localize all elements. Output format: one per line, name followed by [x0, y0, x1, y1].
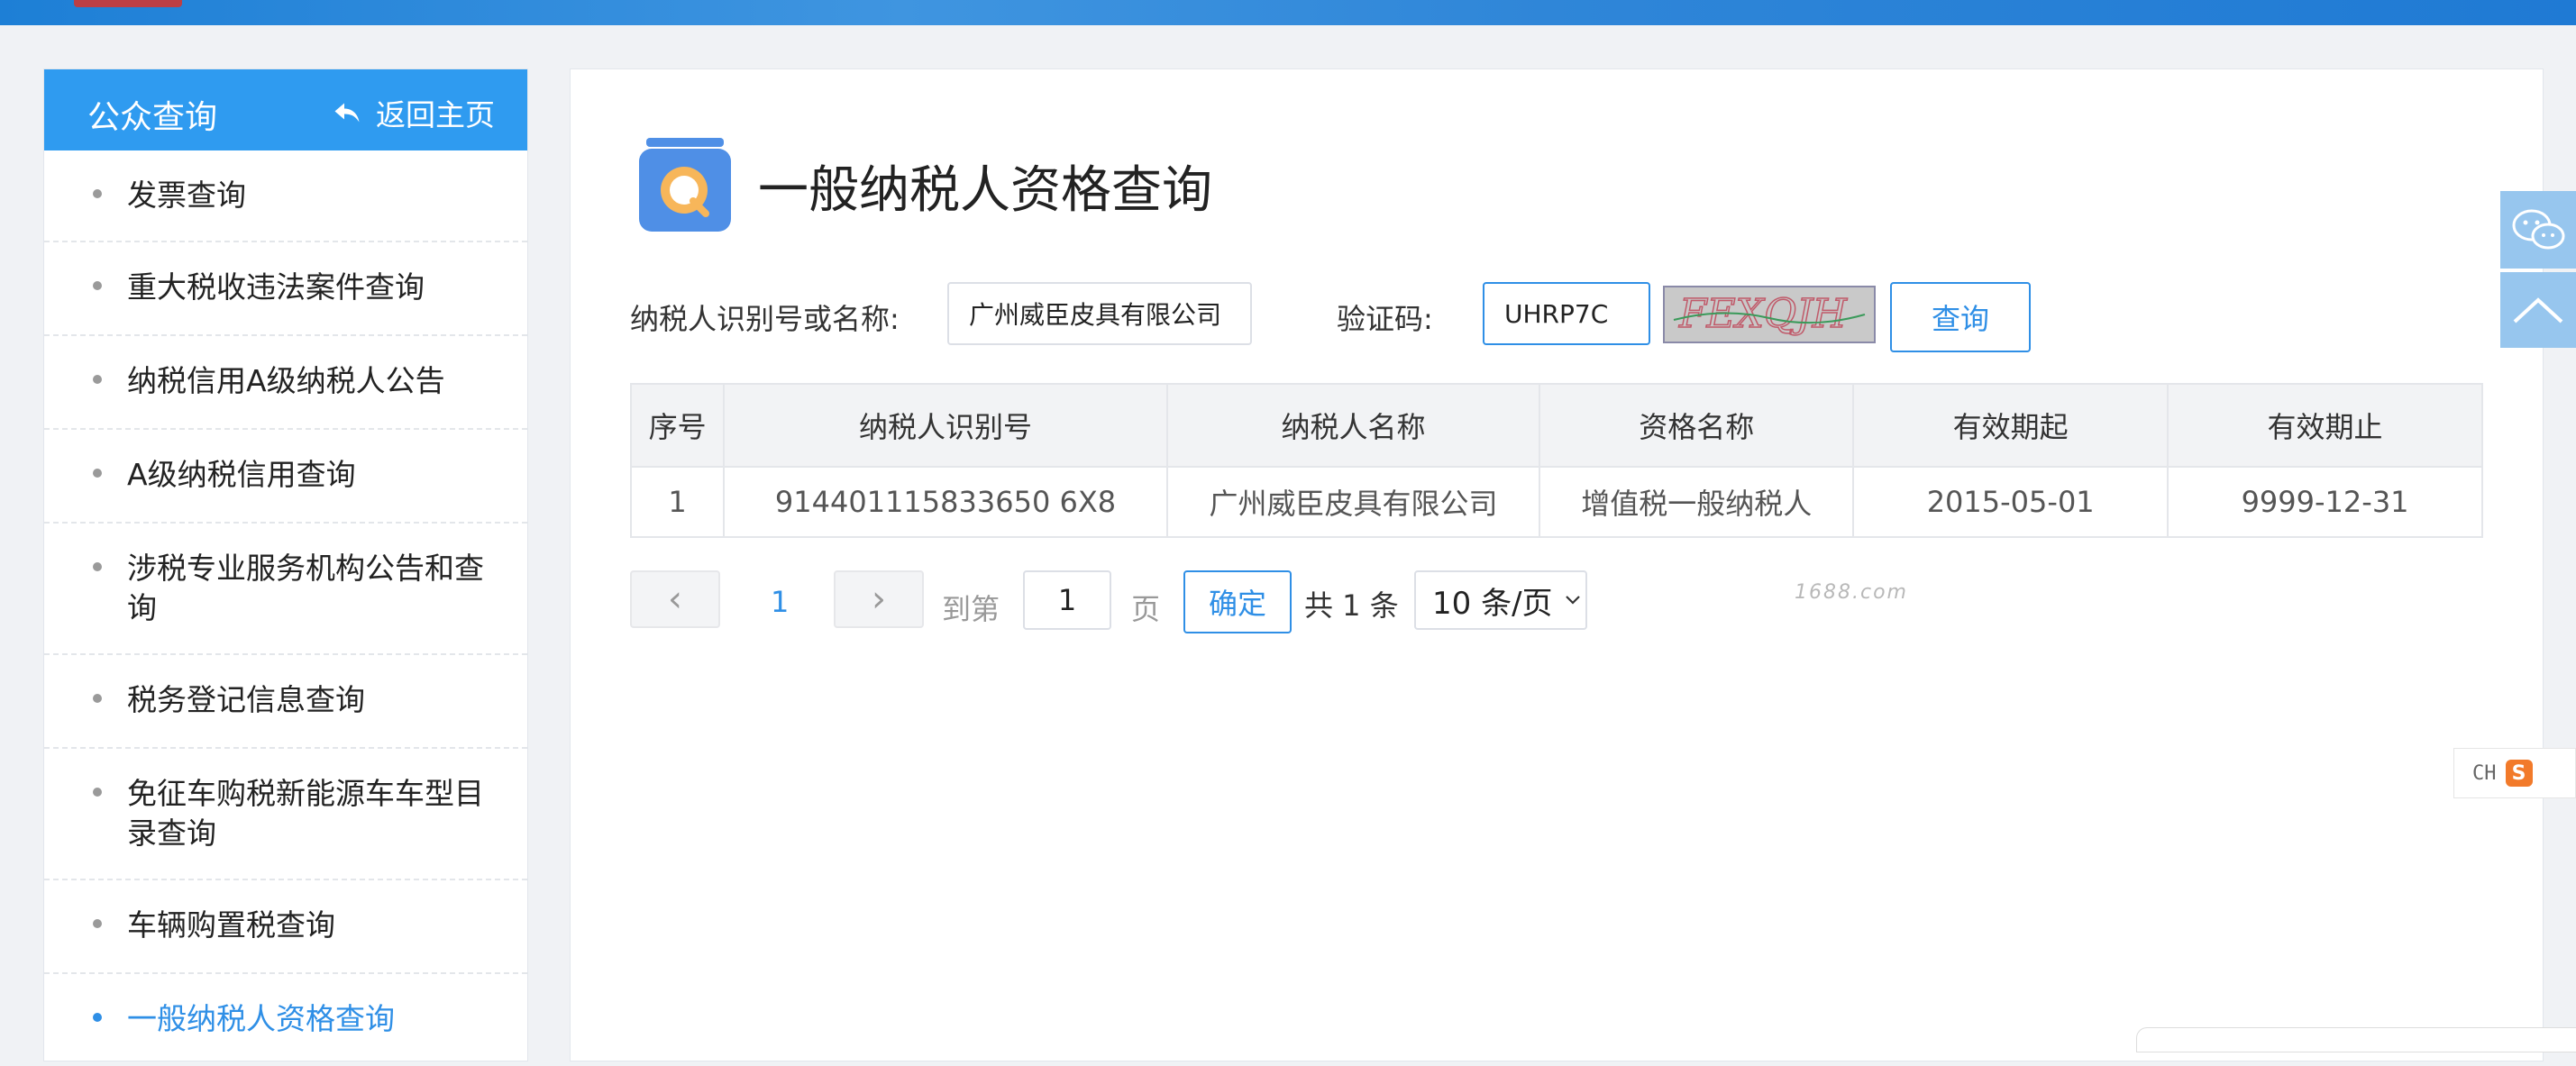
captcha-noise-graphic: FEXQJH: [1673, 290, 1866, 338]
sidebar-item-invoice-query[interactable]: 发票查询: [44, 150, 527, 242]
bullet-icon: [93, 694, 102, 703]
query-button-label: 查询: [1931, 302, 1989, 336]
prev-page-button[interactable]: ‹: [630, 570, 720, 628]
confirm-page-label: 确定: [1208, 587, 1266, 621]
col-header-index: 序号: [629, 383, 726, 468]
back-home-link[interactable]: 返回主页: [331, 91, 495, 134]
col-header-valid-to: 有效期止: [2167, 383, 2483, 468]
sidebar-item-tax-registration[interactable]: 税务登记信息查询: [44, 655, 527, 749]
col-header-taxpayer-id: 纳税人识别号: [723, 383, 1168, 468]
sidebar-item-major-tax-violation[interactable]: 重大税收违法案件查询: [44, 242, 527, 336]
top-header-bar: [0, 0, 2576, 25]
sidebar-header: 公众查询 返回主页: [44, 69, 527, 150]
result-table: 序号 纳税人识别号 纳税人名称 资格名称 有效期起 有效期止 1 9144011…: [629, 383, 2483, 538]
sidebar: 公众查询 返回主页 发票查询 重大税收违法案件查询 纳税信用A级纳税人公告 A级…: [43, 68, 528, 1061]
page-size-select[interactable]: 10 条/页: [1414, 570, 1587, 630]
sidebar-item-label: 车辆购置税查询: [127, 907, 335, 943]
cell-taxpayer-id: 914401115833650 6X8: [723, 466, 1168, 538]
col-header-valid-from: 有效期起: [1852, 383, 2170, 468]
ime-indicator[interactable]: CH S: [2453, 748, 2576, 798]
ime-toolbar[interactable]: [2136, 1027, 2576, 1052]
table-header-row: 序号 纳税人识别号 纳税人名称 资格名称 有效期起 有效期止: [629, 383, 2483, 468]
query-button[interactable]: 查询: [1890, 282, 2031, 352]
sidebar-item-general-taxpayer[interactable]: 一般纳税人资格查询: [44, 974, 527, 1066]
confirm-page-button[interactable]: 确定: [1183, 570, 1292, 633]
sidebar-item-vehicle-purchase-tax[interactable]: 车辆购置税查询: [44, 880, 527, 974]
chevron-down-icon: [1565, 596, 1580, 605]
cell-taxpayer-name: 广州威臣皮具有限公司: [1165, 466, 1541, 538]
page-unit-label: 页: [1131, 592, 1161, 626]
watermark-text: 1688.com: [1795, 581, 1908, 604]
cell-qualification: 增值税一般纳税人: [1539, 466, 1855, 538]
next-page-button[interactable]: ›: [834, 570, 924, 628]
captcha-label: 验证码:: [1337, 302, 1433, 336]
sidebar-item-label: 发票查询: [127, 178, 246, 213]
sidebar-item-label: 重大税收违法案件查询: [127, 269, 425, 305]
sidebar-item-label: 纳税信用A级纳税人公告: [127, 363, 445, 398]
main-panel: 一般纳税人资格查询 纳税人识别号或名称: 验证码: FEXQJH 查询 序号 纳…: [570, 68, 2544, 1061]
captcha-input[interactable]: [1483, 282, 1650, 345]
reply-arrow-icon: [334, 103, 360, 123]
sidebar-item-label: 涉税专业服务机构公告和查询: [127, 551, 484, 625]
sidebar-item-new-energy-vehicles[interactable]: 免征车购税新能源车车型目录查询: [44, 749, 527, 880]
back-home-label: 返回主页: [376, 97, 495, 132]
bullet-icon: [93, 788, 102, 797]
bullet-icon: [93, 1013, 102, 1022]
ime-language-text: CH: [2472, 761, 2497, 785]
site-logo: [74, 0, 182, 7]
col-header-qualification: 资格名称: [1539, 383, 1855, 468]
sogou-ime-icon: S: [2505, 760, 2533, 787]
bullet-icon: [93, 189, 102, 198]
wechat-float-button[interactable]: [2500, 191, 2576, 269]
bullet-icon: [93, 281, 102, 290]
col-header-taxpayer-name: 纳税人名称: [1165, 383, 1541, 468]
sidebar-title: 公众查询: [87, 99, 218, 136]
cell-valid-from: 2015-05-01: [1852, 466, 2170, 538]
chevron-left-icon: ‹: [668, 579, 682, 620]
sidebar-item-label: 税务登记信息查询: [127, 682, 365, 717]
page-title: 一般纳税人资格查询: [758, 160, 1212, 220]
page-size-value: 10 条/页: [1432, 585, 1553, 622]
total-count: 共 1 条: [1304, 588, 1399, 623]
chevron-up-icon: [2513, 297, 2563, 323]
bullet-icon: [93, 562, 102, 571]
goto-page-input[interactable]: [1023, 570, 1111, 630]
bullet-icon: [93, 469, 102, 478]
sidebar-item-label: A级纳税信用查询: [127, 457, 356, 492]
chevron-right-icon: ›: [872, 579, 886, 620]
current-page-number[interactable]: 1: [771, 585, 789, 619]
back-to-top-button[interactable]: [2500, 272, 2576, 348]
taxpayer-input[interactable]: [947, 282, 1252, 345]
bullet-icon: [93, 919, 102, 928]
taxpayer-label: 纳税人识别号或名称:: [630, 302, 900, 336]
table-row: 1 914401115833650 6X8 广州威臣皮具有限公司 增值税一般纳税…: [629, 466, 2483, 538]
wechat-icon: [2512, 209, 2565, 250]
search-app-icon: [639, 138, 731, 232]
page-header: 一般纳税人资格查询: [637, 138, 1212, 233]
cell-index: 1: [629, 466, 726, 538]
sidebar-item-a-level-announcement[interactable]: 纳税信用A级纳税人公告: [44, 336, 527, 430]
sidebar-item-a-level-credit-query[interactable]: A级纳税信用查询: [44, 430, 527, 524]
sidebar-item-tax-service-agencies[interactable]: 涉税专业服务机构公告和查询: [44, 524, 527, 655]
sidebar-item-label: 免征车购税新能源车车型目录查询: [127, 776, 484, 851]
captcha-image[interactable]: FEXQJH: [1663, 286, 1876, 343]
sidebar-item-label: 一般纳税人资格查询: [127, 1001, 395, 1036]
bullet-icon: [93, 375, 102, 384]
cell-valid-to: 9999-12-31: [2167, 466, 2483, 538]
goto-page-label: 到第: [942, 592, 1000, 626]
